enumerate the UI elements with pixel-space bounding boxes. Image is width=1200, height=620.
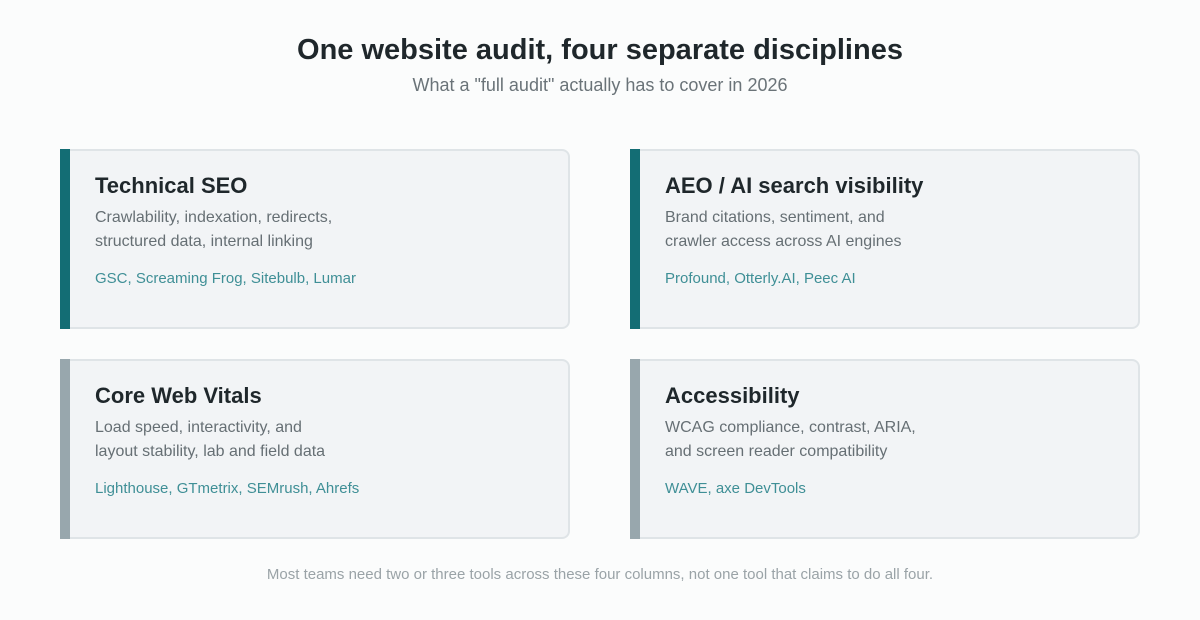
card-description: Load speed, interactivity, and layout st… (95, 416, 325, 464)
card-description: WCAG compliance, contrast, ARIA, and scr… (665, 416, 916, 464)
card-core-web-vitals: Core Web Vitals Load speed, interactivit… (60, 359, 570, 539)
card-accent-bar (630, 359, 640, 539)
footer-note: Most teams need two or three tools acros… (266, 566, 934, 583)
card-title: Technical SEO (95, 173, 248, 198)
header: One website audit, four separate discipl… (0, 30, 1200, 97)
card-technical-seo: Technical SEO Crawlability, indexation, … (60, 149, 570, 329)
card-accent-bar (630, 149, 640, 329)
card-description-line: WCAG compliance, contrast, ARIA, (665, 419, 916, 436)
card-description-line: crawler access across AI engines (665, 233, 902, 250)
card-description: Crawlability, indexation, redirects, str… (95, 206, 332, 254)
page-subtitle: What a "full audit" actually has to cove… (412, 75, 788, 95)
page-title: One website audit, four separate discipl… (297, 34, 903, 66)
card-accent-bar (60, 149, 70, 329)
card-tools: Profound, Otterly.AI, Peec AI (665, 270, 856, 287)
card-title: AEO / AI search visibility (665, 173, 924, 198)
card-description-line: layout stability, lab and field data (95, 443, 326, 460)
card-aeo-ai-search: AEO / AI search visibility Brand citatio… (630, 149, 1140, 329)
card-description: Brand citations, sentiment, and crawler … (665, 206, 902, 254)
card-accessibility: Accessibility WCAG compliance, contrast,… (630, 359, 1140, 539)
card-description-line: Load speed, interactivity, and (95, 419, 302, 436)
card-description-line: Brand citations, sentiment, and (665, 209, 885, 226)
card-description-line: structured data, internal linking (95, 233, 313, 250)
card-description-line: Crawlability, indexation, redirects, (95, 209, 333, 226)
card-title: Core Web Vitals (95, 383, 262, 408)
card-title: Accessibility (665, 383, 800, 408)
card-description-line: and screen reader compatibility (665, 443, 888, 460)
card-tools: Lighthouse, GTmetrix, SEMrush, Ahrefs (95, 480, 360, 497)
card-accent-bar (60, 359, 70, 539)
card-tools: WAVE, axe DevTools (665, 480, 806, 497)
card-tools: GSC, Screaming Frog, Sitebulb, Lumar (95, 270, 356, 287)
